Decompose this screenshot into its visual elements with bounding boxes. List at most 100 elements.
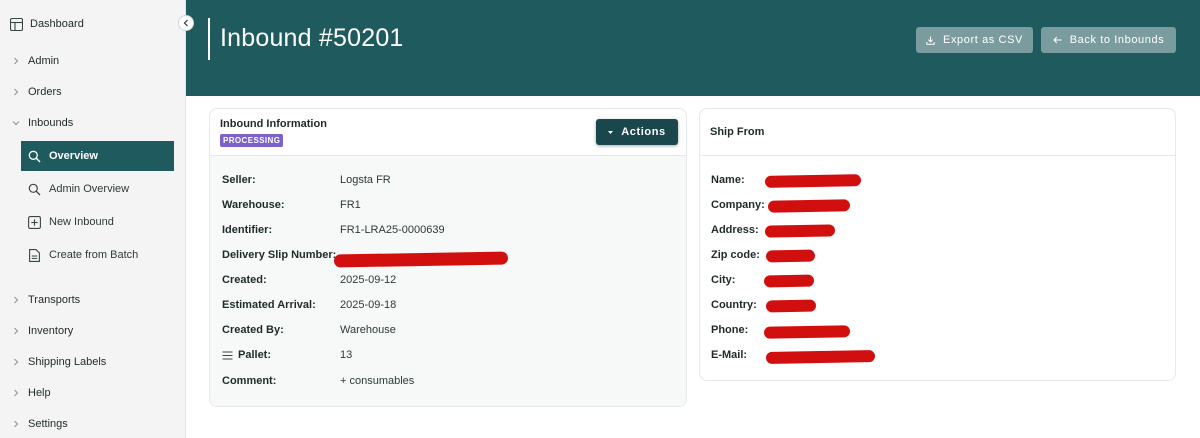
back-to-inbounds-label: Back to Inbounds [1069,34,1165,46]
redaction-mark [763,325,851,339]
field-value: FR1 [340,199,361,211]
sidebar-item-label: Transports [28,294,81,306]
field-label: Identifier: [222,224,273,236]
sidebar-subitem-new-inbound[interactable]: New Inbound [21,207,174,237]
page-title: Inbound #50201 [220,24,404,52]
sidebar-item-label: Admin [28,55,60,67]
ship-field-address: Address: [711,224,759,236]
redaction-mark [765,249,816,263]
sidebar-item-orders[interactable]: Orders [0,77,186,107]
sidebar-item-inventory[interactable]: Inventory [0,316,186,346]
field-value: 2025-09-12 [340,274,397,286]
chevron-right-icon [11,420,21,428]
field-label: Created: [222,274,267,286]
sidebar-item-label: Orders [28,86,62,98]
chevron-right-icon [11,358,21,366]
field-value: 13 [340,349,353,361]
field-created-by: Created By: Warehouse [222,324,682,340]
caret-down-icon [608,130,614,134]
download-icon [926,36,935,45]
field-value: Warehouse [340,324,396,336]
search-icon [27,149,41,163]
page-header: Inbound #50201 Export as CSV Back to Inb… [186,0,1200,96]
card-title: Inbound Information [220,118,327,130]
field-label: Created By: [222,324,284,336]
sidebar-subitem-overview[interactable]: Overview [21,141,174,171]
inbound-information-card: Inbound Information PROCESSING Actions S… [209,108,687,407]
export-csv-label: Export as CSV [943,34,1023,46]
field-value: FR1-LRA25-0000639 [340,224,445,236]
sidebar-subitem-create-from-batch[interactable]: Create from Batch [21,240,174,270]
chevron-left-icon [183,19,189,27]
ship-field-name: Name: [711,174,745,186]
ship-from-header: Ship From [700,109,1175,156]
field-value: 2025-09-18 [340,299,397,311]
sidebar-subitem-label: Create from Batch [49,249,139,261]
plus-square-icon [27,215,41,229]
inbound-information-header: Inbound Information PROCESSING Actions [210,109,686,156]
sidebar-item-label: Help [28,387,51,399]
menu-lines-icon [222,351,233,360]
actions-label: Actions [621,126,666,138]
document-icon [27,248,41,262]
card-title: Ship From [710,126,765,138]
redaction-mark [763,274,815,288]
ship-field-zip-code: Zip code: [711,249,760,261]
field-pallet: Pallet: 13 [222,349,682,365]
arrow-left-icon [1053,36,1062,44]
sidebar-subitem-label: Overview [49,150,98,162]
sidebar-item-transports[interactable]: Transports [0,285,186,315]
field-value: Logsta FR [340,174,391,186]
chevron-right-icon [11,389,21,397]
redaction-mark [767,199,851,213]
export-csv-button[interactable]: Export as CSV [916,27,1033,53]
field-label: Delivery Slip Number: [222,249,337,261]
chevron-right-icon [11,327,21,335]
field-label: Pallet: [222,349,271,361]
chevron-right-icon [11,296,21,304]
title-accent-bar [208,18,210,60]
sidebar-item-label: Inbounds [28,117,74,129]
sidebar-item-label: Inventory [28,325,74,337]
dashboard-icon [10,17,23,31]
field-label-text: Pallet: [238,349,272,361]
field-warehouse: Warehouse: FR1 [222,199,682,215]
redaction-mark [765,299,817,313]
field-label: Warehouse: [222,199,285,211]
field-label: Seller: [222,174,256,186]
ship-field-email: E-Mail: [711,349,748,361]
field-comment: Comment: + consumables [222,375,682,391]
redaction-mark [764,224,836,238]
sidebar-item-label: Dashboard [30,18,84,30]
chevron-down-icon [11,120,21,126]
sidebar-subitem-label: Admin Overview [49,183,130,195]
field-value: + consumables [340,375,415,387]
sidebar-subitem-admin-overview[interactable]: Admin Overview [21,174,174,204]
sidebar-item-label: Shipping Labels [28,356,107,368]
sidebar-item-dashboard[interactable]: Dashboard [0,9,186,39]
sidebar: Dashboard Admin Orders Inbounds Overview… [0,0,186,438]
field-label: Comment: [222,375,277,387]
sidebar-item-help[interactable]: Help [0,378,186,408]
search-icon [27,182,41,196]
ship-field-city: City: [711,274,736,286]
status-badge: PROCESSING [220,134,284,147]
redaction-mark [333,251,509,268]
sidebar-item-label: Settings [28,418,68,430]
ship-field-country: Country: [711,299,757,311]
sidebar-item-admin[interactable]: Admin [0,46,186,76]
sidebar-item-shipping-labels[interactable]: Shipping Labels [0,347,186,377]
ship-from-card: Ship From Name: Company: Address: Zip co… [699,108,1176,381]
field-label: Estimated Arrival: [222,299,316,311]
back-to-inbounds-button[interactable]: Back to Inbounds [1041,27,1176,53]
chevron-right-icon [11,88,21,96]
sidebar-item-settings[interactable]: Settings [0,409,186,438]
ship-field-company: Company: [711,199,765,211]
sidebar-item-inbounds[interactable]: Inbounds [0,108,186,138]
field-estimated-arrival: Estimated Arrival: 2025-09-18 [222,299,682,315]
field-seller: Seller: Logsta FR [222,174,682,190]
sidebar-collapse-button[interactable] [178,15,194,31]
sidebar-subitem-label: New Inbound [49,216,114,228]
field-identifier: Identifier: FR1-LRA25-0000639 [222,224,682,240]
actions-button[interactable]: Actions [596,119,678,145]
